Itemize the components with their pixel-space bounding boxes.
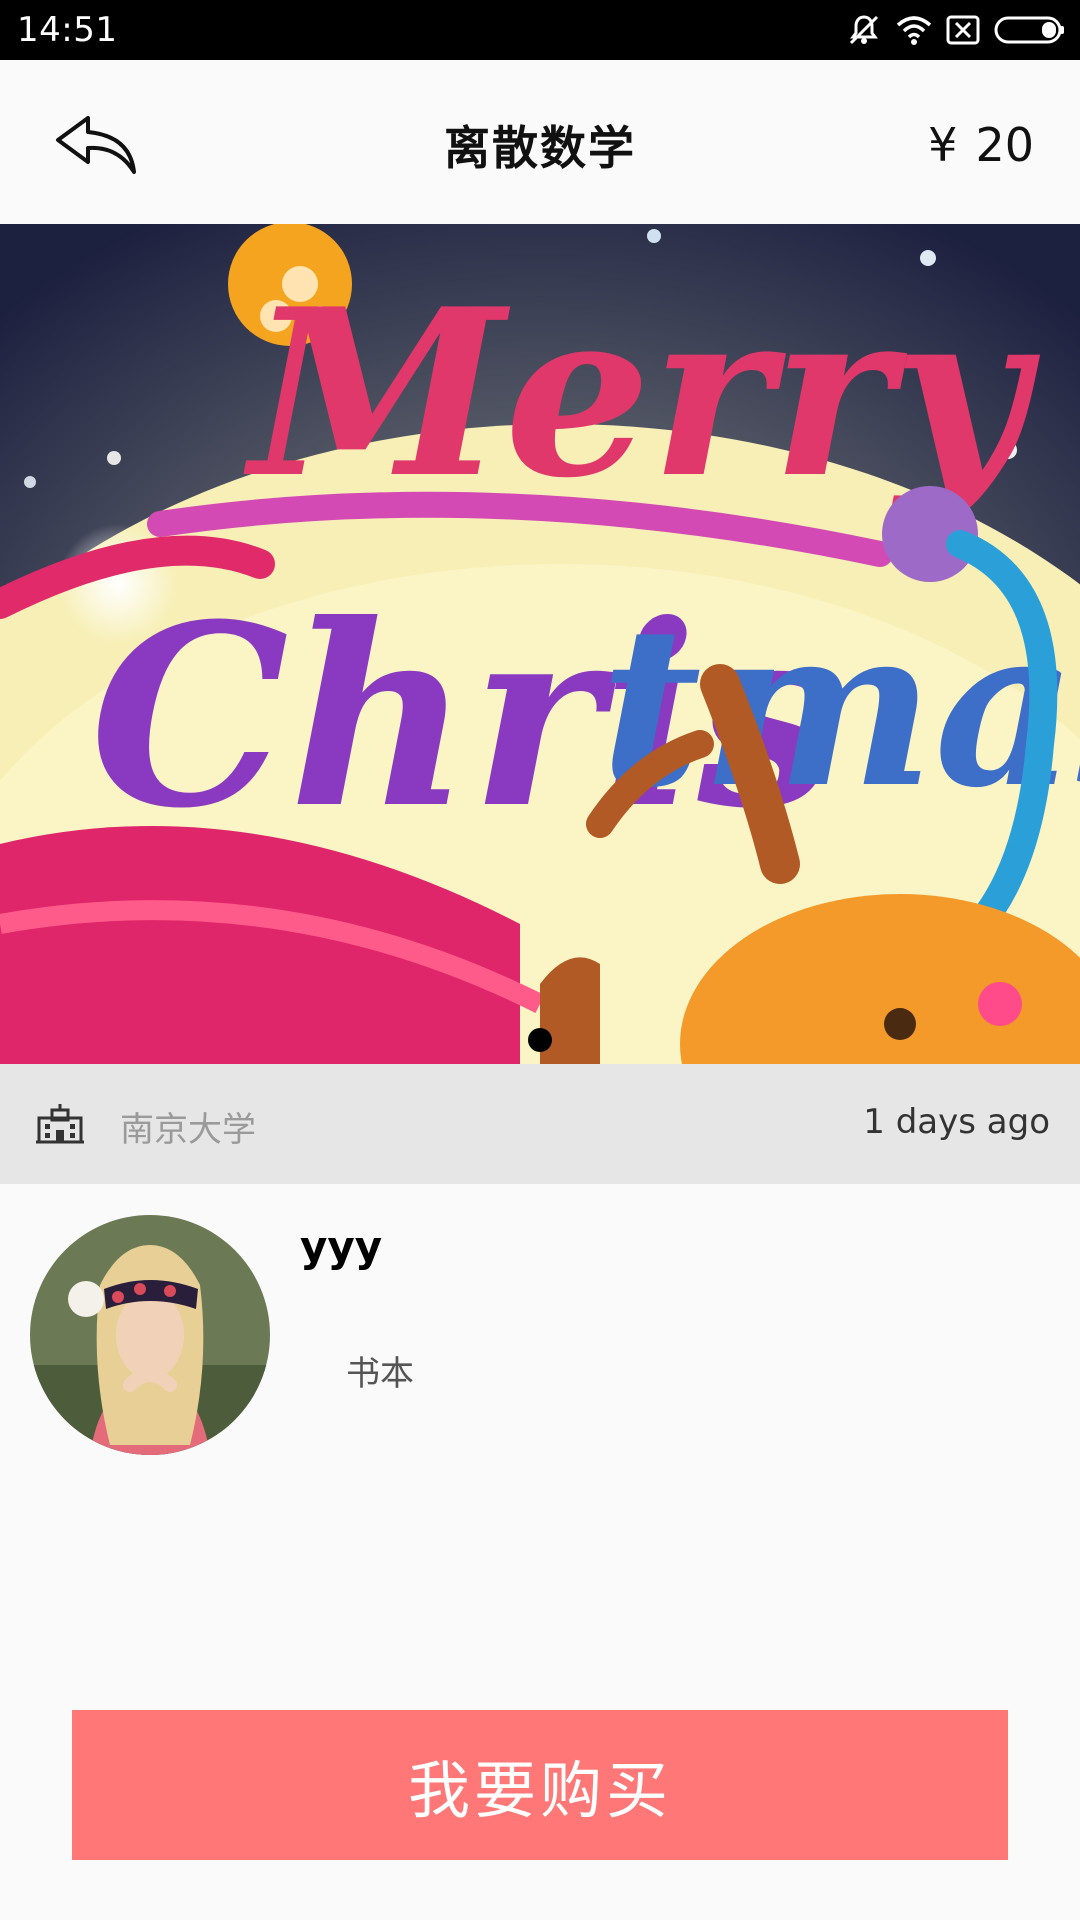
school-name: 南京大学 xyxy=(120,1110,256,1150)
muted-notification-icon xyxy=(846,12,882,48)
price: ¥ 20 xyxy=(928,118,1034,172)
buy-button[interactable]: 我要购买 xyxy=(72,1710,1008,1860)
price-value: 20 xyxy=(975,118,1034,172)
christmas-banner-image: Merry Chris tmas xyxy=(0,224,1080,1064)
seller-avatar[interactable] xyxy=(30,1215,270,1455)
currency-symbol: ¥ xyxy=(928,118,958,172)
avatar-image xyxy=(30,1215,270,1455)
carousel-dot-active[interactable] xyxy=(528,1028,552,1052)
page-title: 离散数学 xyxy=(444,121,636,175)
status-icons xyxy=(846,11,1066,49)
banner-image[interactable]: Merry Chris tmas xyxy=(0,224,1080,1064)
svg-text:tmas: tmas xyxy=(600,577,1080,836)
seller-name: yyy xyxy=(300,1222,383,1271)
header: 离散数学 ¥ 20 xyxy=(0,60,1080,224)
no-sim-icon xyxy=(946,15,980,45)
status-time: 14:51 xyxy=(17,10,118,50)
item-category: 书本 xyxy=(346,1354,414,1394)
posted-time: 1 days ago xyxy=(863,1102,1050,1142)
status-bar: 14:51 xyxy=(0,0,1080,60)
info-bar: 南京大学 1 days ago xyxy=(0,1064,1080,1184)
school-building-icon xyxy=(36,1104,84,1144)
battery-icon xyxy=(994,15,1066,45)
wifi-icon xyxy=(896,14,932,46)
